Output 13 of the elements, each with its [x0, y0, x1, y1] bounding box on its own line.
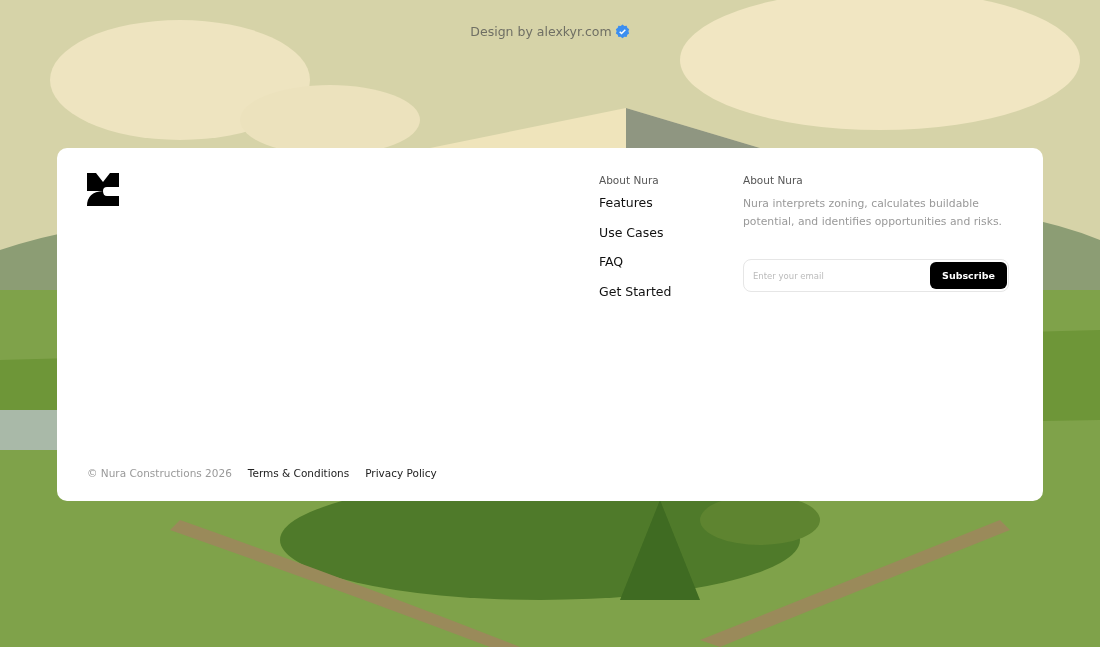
nav-link[interactable]: FAQ	[599, 254, 743, 270]
about-text: Nura interprets zoning, calculates buildable potential, and identifies opportunities and risks.	[743, 196, 1004, 230]
subscribe-button[interactable]: Subscribe	[930, 262, 1007, 289]
nav-link[interactable]: Use Cases	[599, 224, 743, 241]
email-field[interactable]: Enter your email Subscribe	[743, 259, 1009, 292]
logo-icon	[87, 173, 119, 206]
nav-link[interactable]: Get Started	[599, 283, 743, 300]
column-heading: About Nura	[743, 174, 804, 186]
nav-link[interactable]: Features	[599, 195, 743, 211]
column-heading: About Nura	[599, 174, 660, 186]
legal-link[interactable]: Privacy Policy	[365, 467, 437, 479]
copyright-text: © Nura Constructions 2026	[87, 467, 232, 479]
legal-link[interactable]: Terms & Conditions	[247, 467, 350, 479]
